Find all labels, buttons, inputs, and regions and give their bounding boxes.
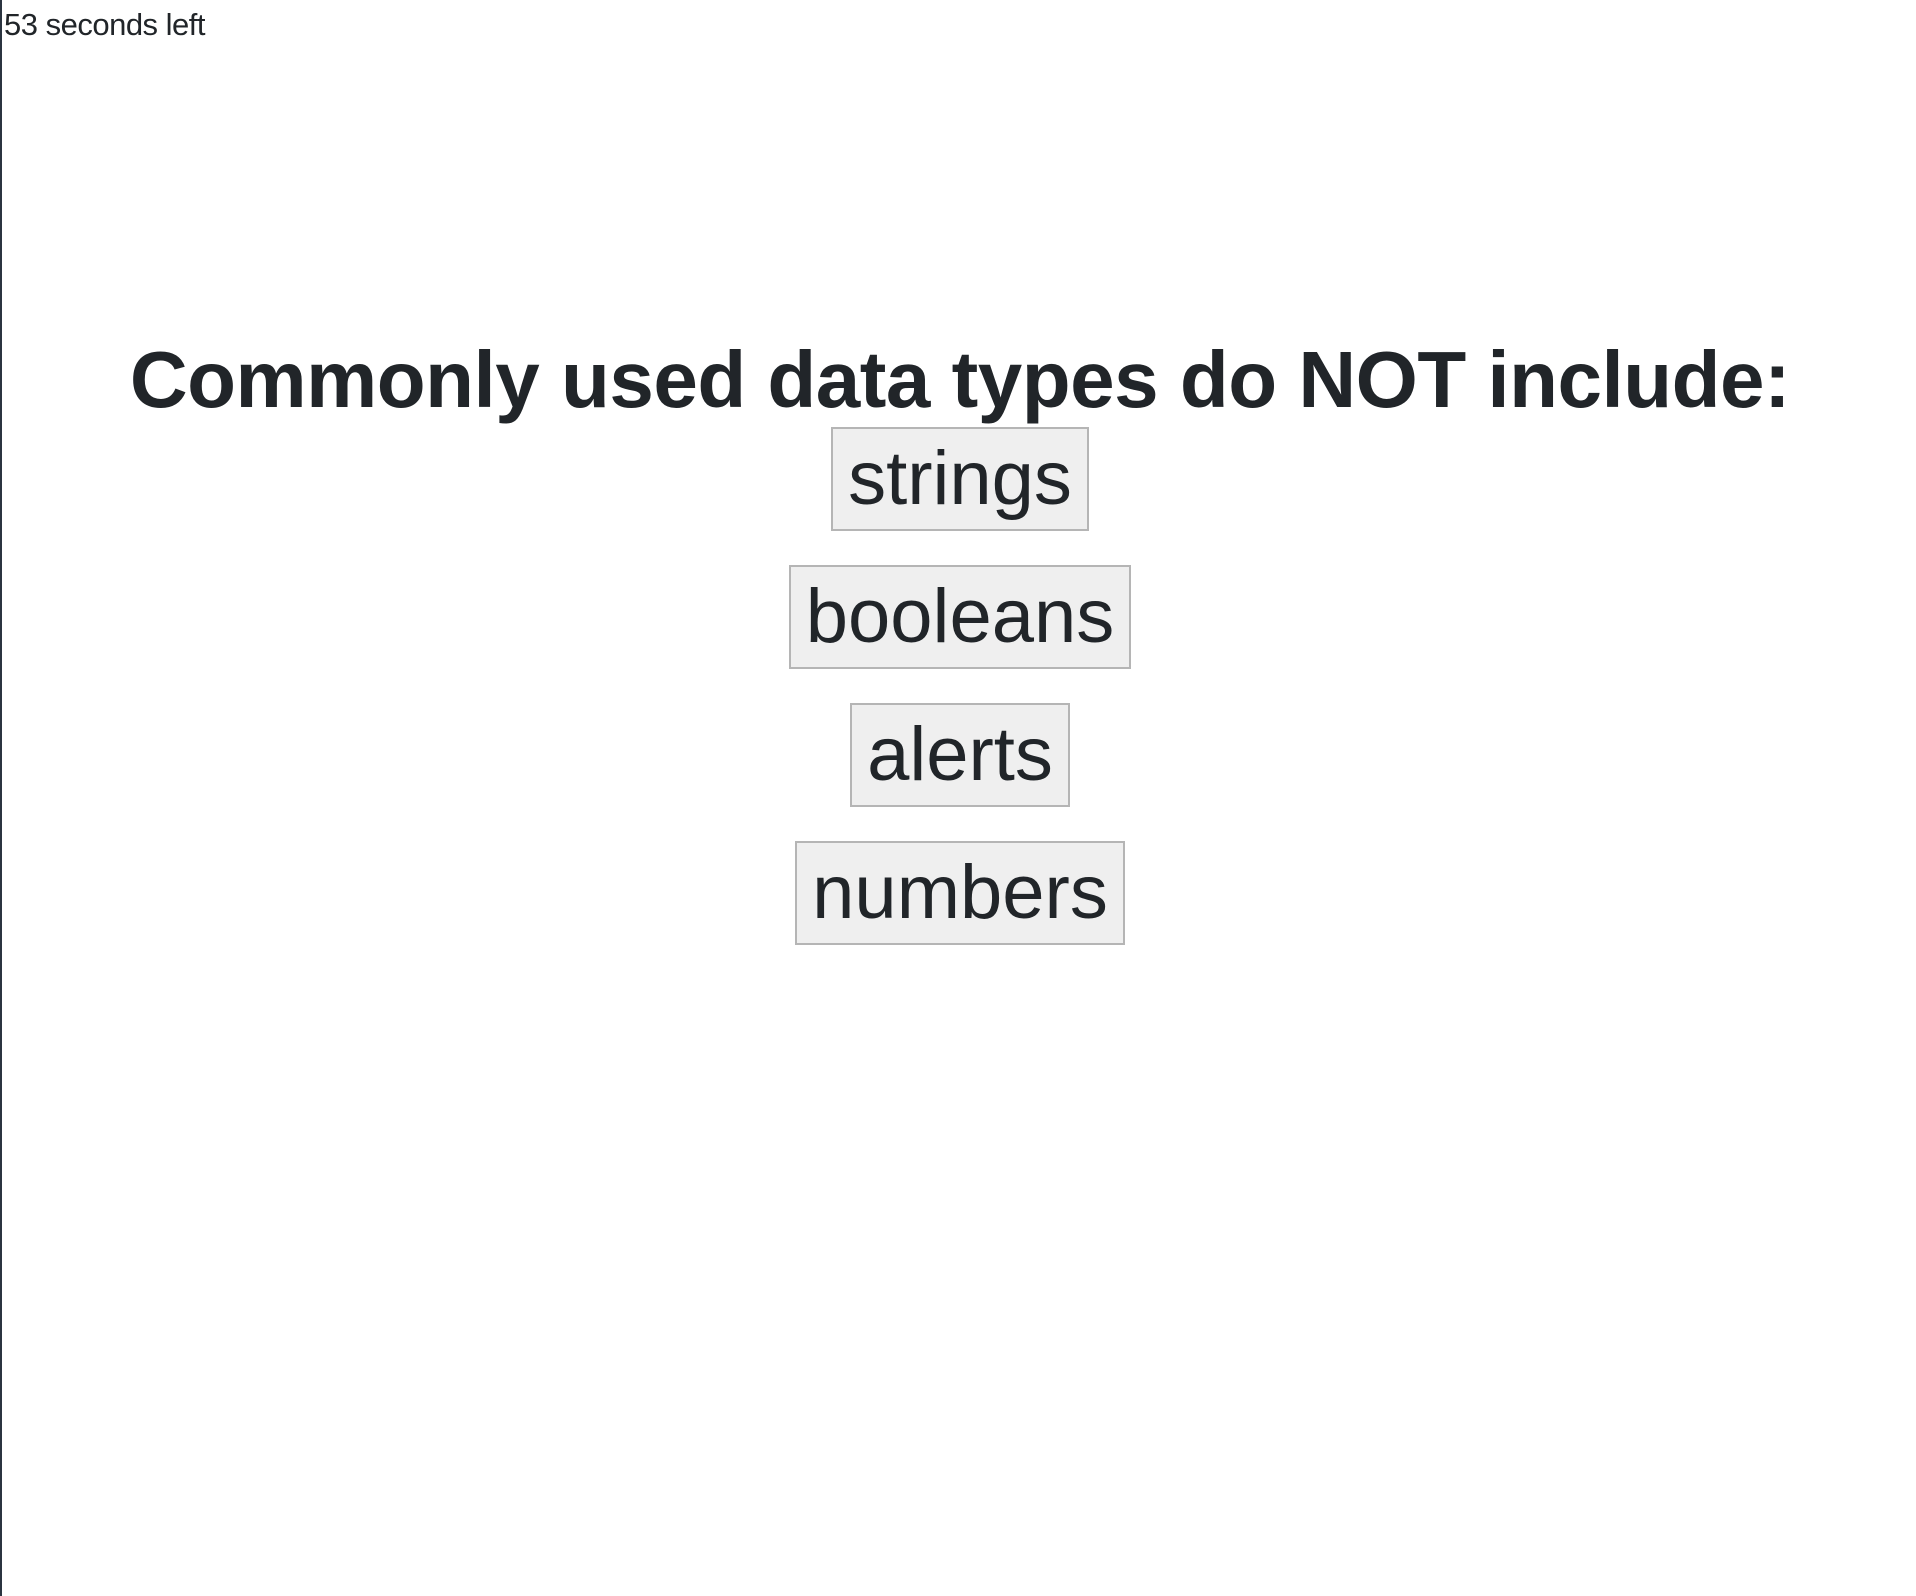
answer-button-booleans[interactable]: booleans — [788, 565, 1132, 669]
answer-button-strings[interactable]: strings — [831, 427, 1089, 531]
answer-button-alerts[interactable]: alerts — [850, 703, 1070, 807]
answer-list: strings booleans alerts numbers — [2, 427, 1916, 979]
countdown-timer: 53 seconds left — [4, 7, 206, 42]
quiz-page: 53 seconds left Commonly used data types… — [0, 0, 1916, 1596]
question-title: Commonly used data types do NOT include: — [129, 335, 1791, 424]
answer-button-numbers[interactable]: numbers — [795, 841, 1125, 945]
